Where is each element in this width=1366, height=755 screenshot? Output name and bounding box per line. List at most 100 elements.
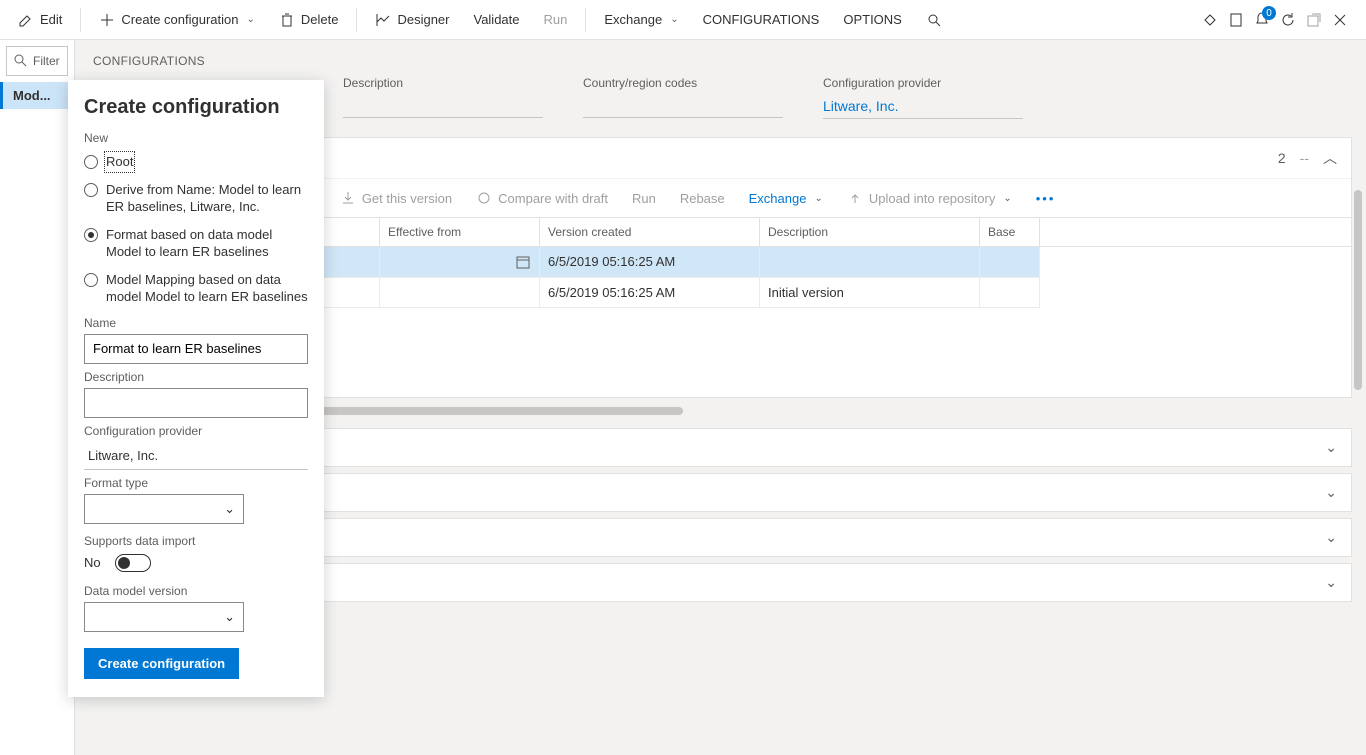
v-exchange-label: Exchange [749, 191, 807, 206]
col-effective[interactable]: Effective from [380, 218, 540, 246]
provider-value[interactable]: Litware, Inc. [823, 94, 1023, 119]
get-version-label: Get this version [362, 191, 452, 206]
v-run-label: Run [632, 191, 656, 206]
office-icon[interactable] [1228, 12, 1244, 28]
pencil-icon [18, 12, 34, 28]
designer-button[interactable]: Designer [365, 6, 459, 34]
chevron-down-icon: ⌄ [224, 609, 235, 625]
chevron-down-icon: ⌄ [1325, 574, 1337, 591]
cell-effective[interactable] [380, 278, 540, 308]
country-label: Country/region codes [583, 76, 783, 90]
versions-dash: -- [1300, 150, 1309, 166]
dlg-dmv-select[interactable]: ⌄ [84, 602, 244, 632]
radio-icon [84, 273, 98, 287]
run-label: Run [544, 12, 568, 27]
calendar-icon[interactable] [515, 254, 531, 270]
dlg-format-type-select[interactable]: ⌄ [84, 494, 244, 524]
exchange-label: Exchange [604, 12, 662, 27]
radio-format[interactable]: Format based on data model Model to lear… [84, 226, 308, 261]
top-toolbar: Edit Create configuration ⌄ Delete Desig… [0, 0, 1366, 40]
trash-icon [279, 12, 295, 28]
ellipsis-icon: ••• [1036, 191, 1056, 206]
tree-item-model[interactable]: Mod... [0, 82, 74, 109]
create-label: Create configuration [121, 12, 238, 27]
separator [80, 8, 81, 32]
edit-button[interactable]: Edit [8, 6, 72, 34]
refresh-icon[interactable] [1280, 12, 1296, 28]
configurations-tab[interactable]: CONFIGURATIONS [693, 6, 830, 33]
col-description[interactable]: Description [760, 218, 980, 246]
scrollbar-thumb[interactable] [1354, 190, 1362, 390]
dlg-provider-label: Configuration provider [84, 424, 308, 438]
close-icon[interactable] [1332, 12, 1348, 28]
col-created[interactable]: Version created [540, 218, 760, 246]
validate-button[interactable]: Validate [463, 6, 529, 33]
dlg-import-label: Supports data import [84, 534, 308, 548]
v-run-button: Run [622, 186, 666, 211]
v-exchange-button[interactable]: Exchange ⌄ [739, 186, 833, 211]
filter-placeholder: Filter [33, 54, 60, 68]
radio-icon [84, 183, 98, 197]
country-value[interactable] [583, 94, 783, 118]
configurations-label: CONFIGURATIONS [703, 12, 820, 27]
cell-created[interactable]: 6/5/2019 05:16:25 AM [540, 247, 760, 278]
radio-root[interactable]: Root [84, 153, 308, 171]
more-button[interactable]: ••• [1026, 186, 1066, 211]
attach-icon[interactable] [1202, 12, 1218, 28]
chevron-down-icon: ⌄ [1003, 193, 1011, 204]
new-section-label: New [84, 131, 308, 145]
create-config-dialog: Create configuration New Root Derive fro… [68, 80, 324, 697]
filter-input[interactable]: Filter [6, 46, 68, 76]
toolbar-right: 0 [1202, 10, 1358, 29]
cell-description[interactable]: Initial version [760, 278, 980, 308]
options-tab[interactable]: OPTIONS [833, 6, 912, 33]
cell-created[interactable]: 6/5/2019 05:16:25 AM [540, 278, 760, 308]
radio-icon [84, 155, 98, 169]
chevron-up-icon[interactable]: ︿ [1323, 148, 1337, 168]
versions-count: 2 [1278, 150, 1286, 166]
radio-label: Model Mapping based on data model Model … [106, 271, 308, 306]
cell-base[interactable] [980, 278, 1040, 308]
dlg-provider-value: Litware, Inc. [84, 442, 308, 470]
radio-derive[interactable]: Derive from Name: Model to learn ER base… [84, 181, 308, 216]
separator [585, 8, 586, 32]
search-icon [926, 12, 942, 28]
chevron-down-icon: ⌄ [1325, 529, 1337, 546]
run-button: Run [534, 6, 578, 33]
dlg-import-value: No [84, 555, 101, 570]
desc-value[interactable] [343, 94, 543, 118]
dlg-desc-label: Description [84, 370, 308, 384]
popout-icon[interactable] [1306, 12, 1322, 28]
find-button[interactable] [916, 6, 952, 34]
plus-icon [99, 12, 115, 28]
dlg-desc-input[interactable] [84, 388, 308, 418]
dlg-submit-button[interactable]: Create configuration [84, 648, 239, 679]
radio-mapping[interactable]: Model Mapping based on data model Model … [84, 271, 308, 306]
get-version-button: Get this version [330, 185, 462, 211]
dlg-name-input[interactable] [84, 334, 308, 364]
delete-button[interactable]: Delete [269, 6, 349, 34]
dlg-name-label: Name [84, 316, 308, 330]
col-base[interactable]: Base [980, 218, 1040, 246]
notifications-button[interactable]: 0 [1254, 10, 1270, 29]
desc-label: Description [343, 76, 543, 90]
cell-description[interactable] [760, 247, 980, 278]
exchange-button[interactable]: Exchange ⌄ [594, 6, 688, 33]
cell-base[interactable] [980, 247, 1040, 278]
cell-effective[interactable] [380, 247, 540, 278]
upload-label: Upload into repository [869, 191, 995, 206]
radio-label: Derive from Name: Model to learn ER base… [106, 181, 308, 216]
section-title: CONFIGURATIONS [75, 54, 1366, 76]
upload-icon [847, 190, 863, 206]
chevron-down-icon: ⌄ [814, 193, 822, 204]
notif-badge: 0 [1262, 6, 1276, 20]
create-config-button[interactable]: Create configuration ⌄ [89, 6, 264, 34]
vertical-scrollbar[interactable] [1352, 190, 1364, 610]
radio-label: Format based on data model Model to lear… [106, 226, 308, 261]
rebase-button: Rebase [670, 186, 735, 211]
chevron-down-icon: ⌄ [1325, 439, 1337, 456]
dlg-dmv-label: Data model version [84, 584, 308, 598]
compare-button: Compare with draft [466, 185, 618, 211]
designer-icon [375, 12, 391, 28]
dlg-import-toggle[interactable] [115, 554, 151, 572]
